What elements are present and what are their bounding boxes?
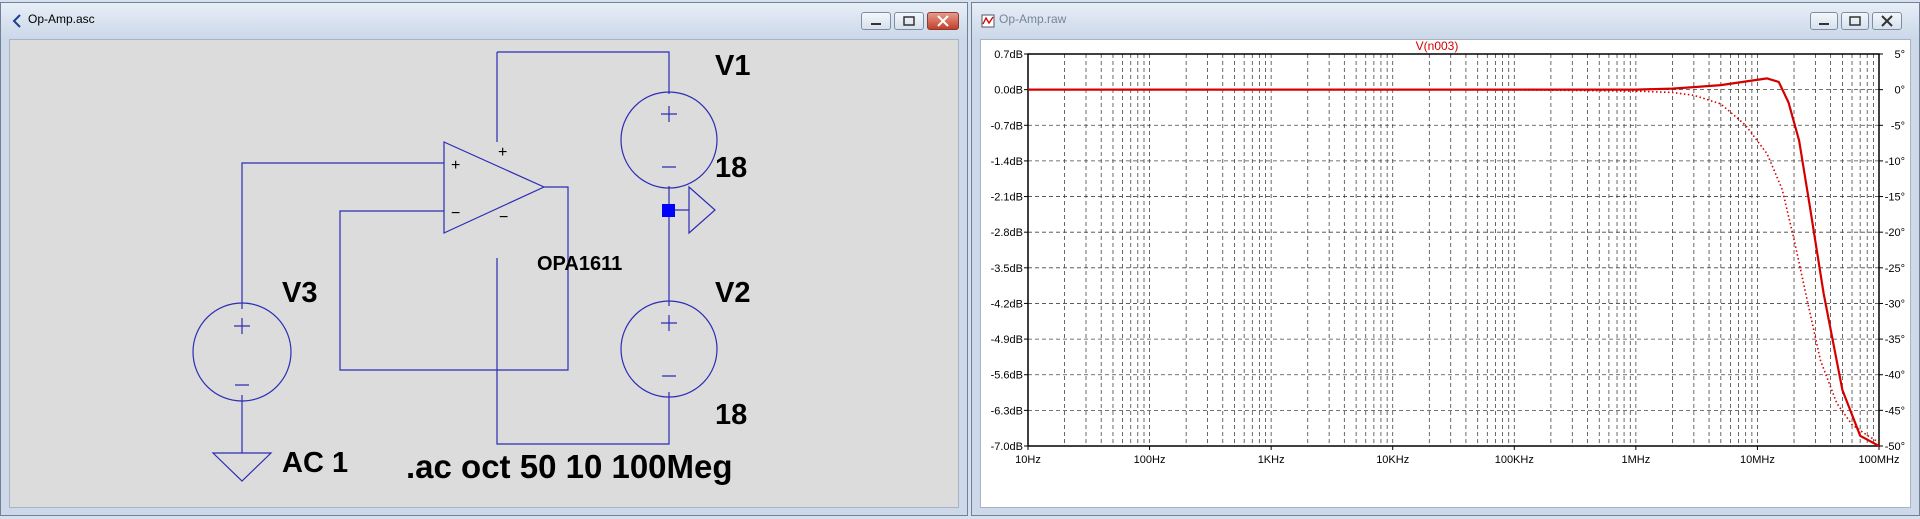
- ltspice-schematic-icon: [12, 14, 21, 28]
- y-tick-label[interactable]: -1.4dB: [991, 156, 1023, 168]
- y2-tick-label[interactable]: -25°: [1885, 263, 1905, 275]
- wire: [241, 162, 444, 309]
- v3-label[interactable]: V3: [282, 277, 317, 309]
- trace-label[interactable]: V(n003): [1416, 40, 1459, 53]
- y-tick-label[interactable]: -4.2dB: [991, 298, 1023, 310]
- opamp-plus-sign: +: [451, 157, 460, 174]
- bode-plot[interactable]: V(n003) 0.7dB 0.0dB -0.7dB -1.4dB -2.1dB -2.8…: [981, 40, 1911, 508]
- y-tick-label[interactable]: 0.7dB: [994, 49, 1023, 61]
- x-tick-label[interactable]: 10MHz: [1740, 454, 1775, 466]
- y2-tick-label[interactable]: -40°: [1885, 370, 1905, 382]
- x-axis[interactable]: 10Hz 100Hz 1KHz 10KHz 100KHz 1MHz 10MHz 100MHz: [1015, 446, 1899, 466]
- close-button[interactable]: [1872, 12, 1902, 30]
- v2-value[interactable]: 18: [715, 399, 747, 431]
- y-tick-label[interactable]: -7.0dB: [991, 441, 1023, 453]
- y-tick-label[interactable]: -5.6dB: [991, 370, 1023, 382]
- restore-icon: [903, 16, 915, 26]
- waveform-viewer-icon: [981, 14, 995, 28]
- x-tick-label[interactable]: 100KHz: [1495, 454, 1534, 466]
- close-button[interactable]: [927, 12, 959, 30]
- y2-tick-label[interactable]: -15°: [1885, 192, 1905, 204]
- y-tick-label[interactable]: -4.9dB: [991, 334, 1023, 346]
- y2-tick-label[interactable]: -20°: [1885, 227, 1905, 239]
- plot-frame: [1027, 53, 1880, 447]
- y-tick-label[interactable]: -0.7dB: [991, 120, 1023, 132]
- opamp-supply-plus-sign: +: [498, 144, 507, 161]
- minimize-icon: [1819, 23, 1829, 25]
- v2-label[interactable]: V2: [715, 277, 750, 309]
- v1-polarity: [661, 106, 677, 168]
- maximize-button[interactable]: [1841, 12, 1869, 30]
- minimize-icon: [871, 23, 881, 25]
- y-tick-label[interactable]: -6.3dB: [991, 405, 1023, 417]
- restore-icon: [1849, 16, 1861, 26]
- trace-group[interactable]: [1028, 77, 1880, 447]
- x-tick-label[interactable]: 10KHz: [1376, 454, 1409, 466]
- opamp-supply-minus-sign: −: [499, 209, 508, 226]
- spice-directive[interactable]: .ac oct 50 10 100Meg: [406, 448, 733, 485]
- y2-tick-label[interactable]: -30°: [1885, 298, 1905, 310]
- y2-tick-label[interactable]: -45°: [1885, 405, 1905, 417]
- plot-pane[interactable]: V(n003) 0.7dB 0.0dB -0.7dB -1.4dB -2.1dB -2.8…: [980, 39, 1911, 508]
- minimize-button[interactable]: [861, 12, 891, 30]
- close-icon: [1881, 15, 1893, 27]
- node-junction[interactable]: [662, 204, 675, 217]
- schematic-drawing: + − + − V1 18 V2 18 V3 AC 1 OPA1611 .ac …: [192, 50, 750, 485]
- ground-symbol[interactable]: [211, 452, 273, 482]
- x-tick-label[interactable]: 100Hz: [1134, 454, 1166, 466]
- x-tick-label[interactable]: 1MHz: [1621, 454, 1650, 466]
- x-tick-label[interactable]: 10Hz: [1015, 454, 1041, 466]
- y-tick-label[interactable]: -3.5dB: [991, 263, 1023, 275]
- y2-tick-label[interactable]: 5°: [1894, 49, 1905, 61]
- y2-tick-label[interactable]: -35°: [1885, 334, 1905, 346]
- waveform-window[interactable]: Op-Amp.raw V(n003) 0.7dB 0.0dB -0.7dB -1.4d…: [971, 2, 1920, 516]
- y2-tick-label[interactable]: 0°: [1894, 85, 1905, 97]
- y-tick-label[interactable]: 0.0dB: [994, 85, 1023, 97]
- maximize-button[interactable]: [894, 12, 924, 30]
- wire: [496, 258, 670, 445]
- schematic-window-title: Op-Amp.asc: [28, 12, 95, 26]
- v1-label[interactable]: V1: [715, 50, 750, 82]
- x-tick-label[interactable]: 1KHz: [1258, 454, 1285, 466]
- schematic-canvas[interactable]: + − + − V1 18 V2 18 V3 AC 1 OPA1611 .ac …: [9, 39, 959, 508]
- y-tick-label[interactable]: -2.8dB: [991, 227, 1023, 239]
- y2-tick-label[interactable]: -5°: [1891, 120, 1905, 132]
- v3-polarity: [234, 318, 250, 386]
- minimize-button[interactable]: [1810, 12, 1838, 30]
- close-icon: [937, 15, 949, 27]
- x-tick-label[interactable]: 100MHz: [1859, 454, 1900, 466]
- wire: [497, 51, 670, 94]
- schematic-window[interactable]: Op-Amp.asc + − + − V1 18 V2 18 V3 AC 1 O…: [0, 2, 968, 516]
- schematic-titlebar[interactable]: Op-Amp.asc: [1, 3, 967, 39]
- right-axis[interactable]: 5° 0° -5° -10° -15° -20° -25° -30° -35° -40° -45° -…: [1879, 49, 1905, 453]
- v1-value[interactable]: 18: [715, 152, 747, 184]
- v3-value[interactable]: AC 1: [282, 447, 348, 479]
- opamp-minus-sign: −: [451, 205, 460, 222]
- plot-grid: [1028, 54, 1879, 446]
- left-axis[interactable]: 0.7dB 0.0dB -0.7dB -1.4dB -2.1dB -2.8dB -3.5dB…: [991, 49, 1028, 453]
- y2-tick-label[interactable]: -10°: [1885, 156, 1905, 168]
- opamp-label[interactable]: OPA1611: [537, 253, 622, 275]
- y-tick-label[interactable]: -2.1dB: [991, 192, 1023, 204]
- v2-polarity: [661, 315, 677, 377]
- waveform-window-title: Op-Amp.raw: [999, 12, 1067, 26]
- phase-trace[interactable]: [1028, 88, 1880, 444]
- waveform-titlebar[interactable]: Op-Amp.raw: [972, 3, 1919, 39]
- y2-tick-label[interactable]: -50°: [1885, 441, 1905, 453]
- v3-source-symbol[interactable]: [192, 302, 292, 402]
- ground-symbol[interactable]: [688, 185, 716, 235]
